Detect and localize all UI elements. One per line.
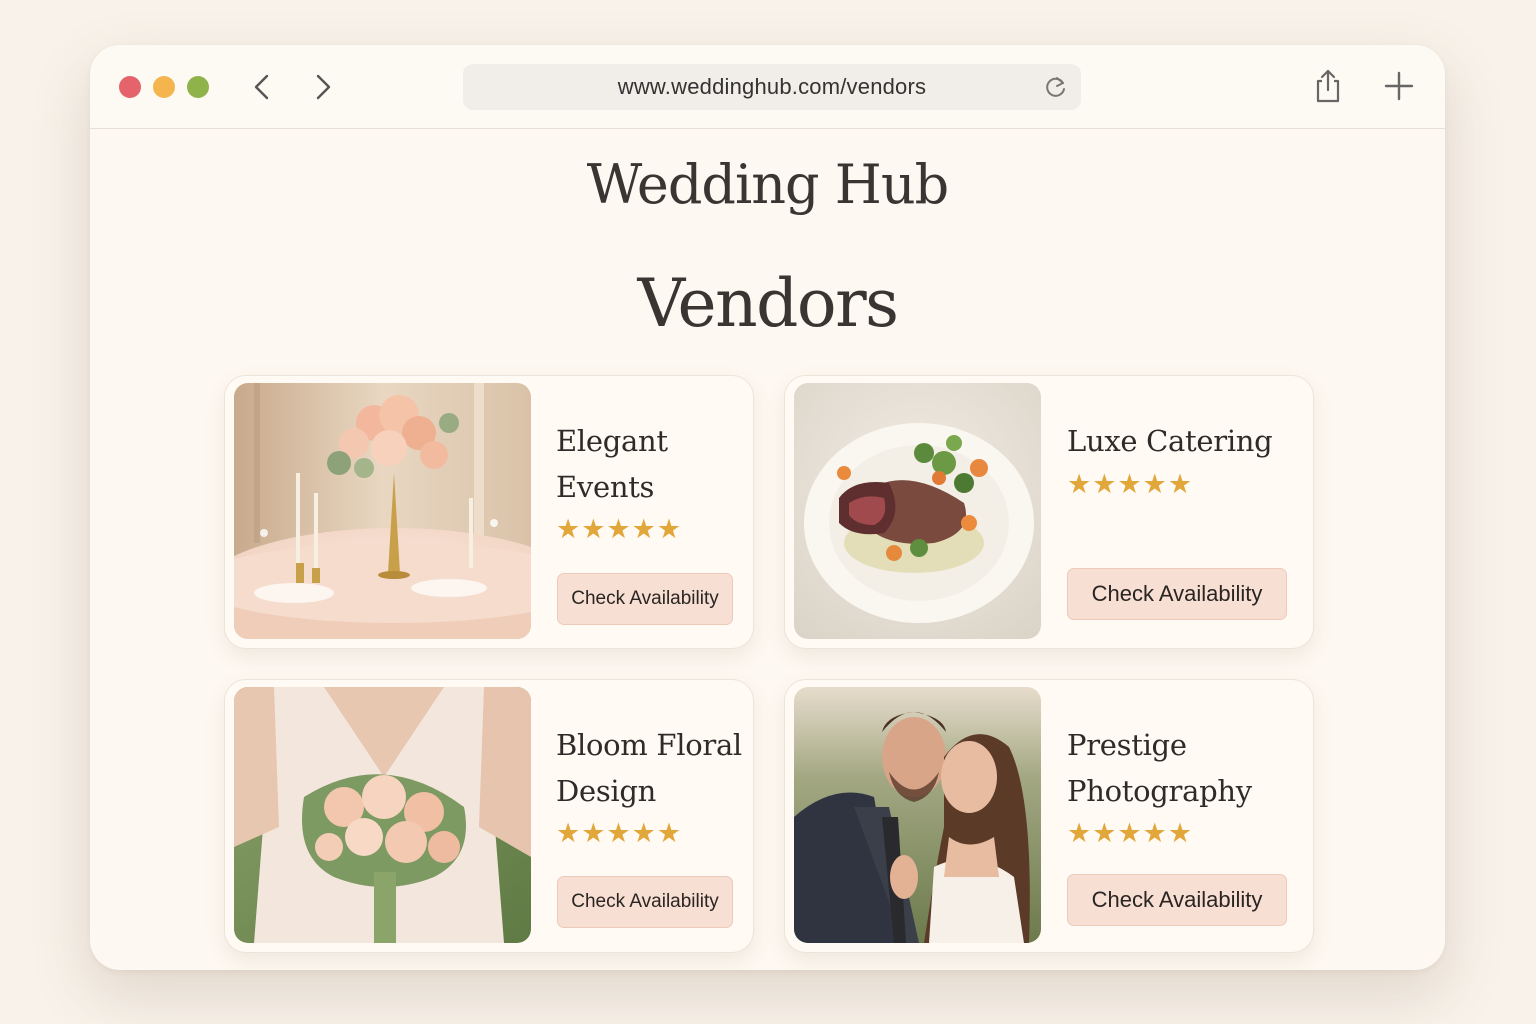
browser-window: www.weddinghub.com/vendors Wedding Hub V…	[90, 45, 1445, 970]
chevron-right-icon	[316, 74, 331, 100]
site-title: Wedding Hub	[586, 153, 949, 216]
vendor-card-elegant-events[interactable]: Elegant Events ★★★★★ Check Availability	[224, 375, 754, 649]
star-rating: ★★★★★	[556, 818, 683, 848]
vendor-card-luxe-catering[interactable]: Luxe Catering ★★★★★ Check Availability	[784, 375, 1314, 649]
vendor-name: Luxe Catering	[1067, 424, 1273, 458]
vendor-name: Prestige Photography	[1067, 728, 1252, 808]
reload-icon[interactable]	[1043, 74, 1069, 100]
url-text: www.weddinghub.com/vendors	[617, 74, 927, 99]
forward-button[interactable]	[308, 70, 338, 104]
browser-toolbar: www.weddinghub.com/vendors	[90, 45, 1445, 129]
star-rating: ★★★★★	[556, 514, 683, 544]
check-availability-button[interactable]: Check Availability	[1067, 568, 1287, 620]
star-rating: ★★★★★	[1067, 469, 1194, 499]
chevron-left-icon	[254, 74, 269, 100]
page-heading: Vendors	[637, 265, 899, 342]
share-icon	[1316, 69, 1340, 103]
vendor-photo-couple-portrait	[794, 687, 1041, 943]
check-availability-button[interactable]: Check Availability	[1067, 874, 1287, 926]
check-availability-button[interactable]: Check Availability	[557, 876, 733, 928]
vendor-card-bloom-floral-design[interactable]: Bloom Floral Design ★★★★★ Check Availabi…	[224, 679, 754, 953]
back-button[interactable]	[247, 70, 277, 104]
share-button[interactable]	[1310, 67, 1346, 105]
plus-icon	[1384, 71, 1414, 101]
vendor-photo-table-centerpiece	[234, 383, 531, 639]
vendor-name: Elegant Events	[556, 424, 668, 504]
address-bar[interactable]: www.weddinghub.com/vendors	[463, 64, 1081, 110]
new-tab-button[interactable]	[1381, 67, 1417, 105]
close-window-button[interactable]	[119, 76, 141, 98]
vendor-photo-plated-dish	[794, 383, 1041, 639]
zoom-window-button[interactable]	[187, 76, 209, 98]
minimize-window-button[interactable]	[153, 76, 175, 98]
vendor-name: Bloom Floral Design	[556, 728, 742, 808]
vendor-card-prestige-photography[interactable]: Prestige Photography ★★★★★ Check Availab…	[784, 679, 1314, 953]
vendor-photo-bridal-bouquet	[234, 687, 531, 943]
star-rating: ★★★★★	[1067, 818, 1194, 848]
check-availability-button[interactable]: Check Availability	[557, 573, 733, 625]
